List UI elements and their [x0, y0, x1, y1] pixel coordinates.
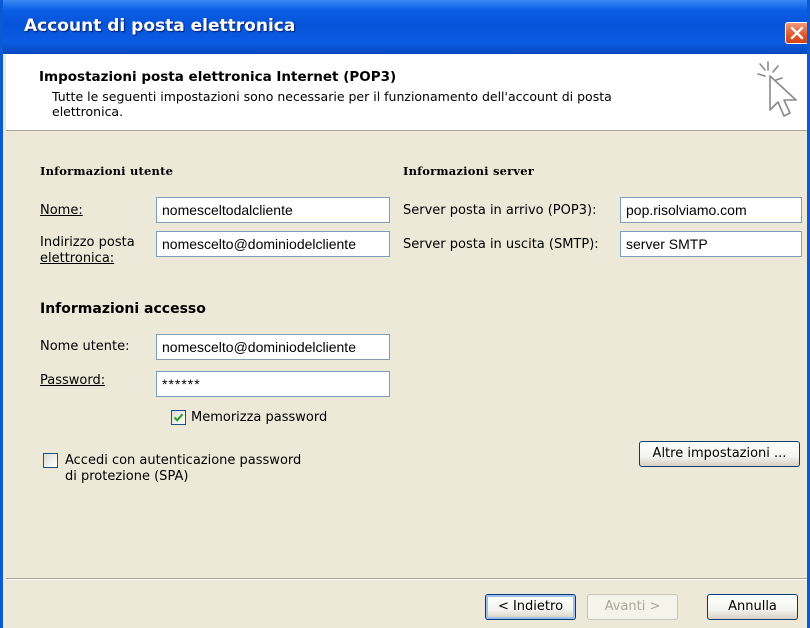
next-button[interactable]: Avanti >	[587, 594, 678, 620]
window-title: Account di posta elettronica	[24, 16, 296, 36]
remember-password-label[interactable]: Memorizza password	[191, 410, 327, 426]
email-field[interactable]: nomescelto@dominiodelcliente	[156, 231, 390, 257]
close-icon	[790, 26, 804, 40]
name-label: Nome:	[40, 203, 83, 219]
outgoing-server-field[interactable]: server SMTP	[620, 231, 802, 257]
back-button[interactable]: < Indietro	[485, 594, 576, 620]
server-info-heading: Informazioni server	[403, 164, 535, 178]
spa-label-line2: di protezione (SPA)	[65, 469, 189, 484]
username-label: Nome utente:	[40, 339, 130, 354]
outgoing-server-label: Server posta in uscita (SMTP):	[403, 237, 599, 252]
incoming-server-field[interactable]: pop.risolviamo.com	[620, 197, 802, 223]
title-bar[interactable]: Account di posta elettronica	[3, 0, 807, 54]
header-title: Impostazioni posta elettronica Internet …	[39, 69, 397, 85]
spa-label[interactable]: Accedi con autenticazione password di pr…	[65, 453, 301, 485]
login-info-heading: Informazioni accesso	[40, 301, 206, 317]
spa-checkbox[interactable]	[43, 453, 58, 468]
remember-password-checkbox[interactable]	[171, 410, 186, 425]
spa-label-line1: Accedi con autenticazione password	[65, 453, 302, 468]
wizard-header: Impostazioni posta elettronica Internet …	[6, 54, 807, 131]
user-info-heading: Informazioni utente	[40, 164, 174, 178]
account-dialog: Account di posta elettronica Impostazion…	[0, 0, 810, 628]
username-field[interactable]: nomescelto@dominiodelcliente	[156, 334, 390, 360]
footer-divider	[6, 578, 807, 580]
close-button[interactable]	[785, 22, 807, 44]
password-label: Password:	[40, 373, 105, 389]
wizard-cursor-icon	[757, 61, 797, 117]
password-field[interactable]: ******	[156, 371, 390, 397]
more-settings-button[interactable]: Altre impostazioni ...	[639, 441, 800, 467]
name-label-text: Nome:	[40, 203, 83, 218]
incoming-server-label: Server posta in arrivo (POP3):	[403, 203, 597, 218]
email-label-line1: Indirizzo posta	[40, 235, 135, 250]
email-label-line2: elettronica:	[40, 251, 115, 266]
cancel-button[interactable]: Annulla	[707, 594, 798, 620]
check-icon	[173, 413, 184, 422]
name-field[interactable]: nomesceltodalcliente	[156, 197, 390, 223]
email-label: Indirizzo posta elettronica:	[40, 235, 135, 267]
password-label-text: Password:	[40, 373, 106, 388]
header-subtitle: Tutte le seguenti impostazioni sono nece…	[52, 89, 612, 119]
